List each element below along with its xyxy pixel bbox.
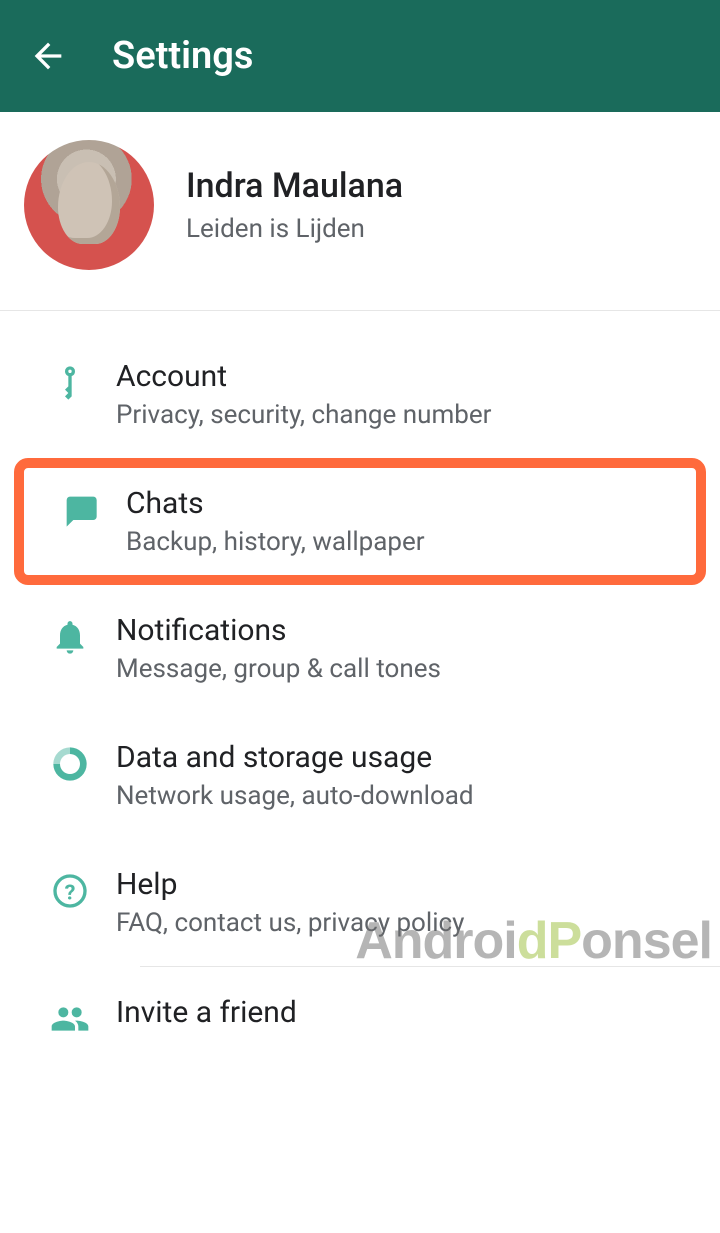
chat-icon: [34, 486, 126, 530]
item-title: Chats: [126, 486, 686, 521]
item-subtitle: Network usage, auto-download: [116, 781, 696, 811]
svg-text:?: ?: [65, 880, 76, 905]
item-title: Notifications: [116, 613, 696, 648]
item-title: Data and storage usage: [116, 740, 696, 775]
settings-item-data-usage[interactable]: Data and storage usage Network usage, au…: [0, 712, 720, 839]
settings-item-account[interactable]: Account Privacy, security, change number: [0, 331, 720, 458]
back-button[interactable]: [24, 32, 72, 80]
data-usage-icon: [24, 740, 116, 784]
page-title: Settings: [112, 34, 253, 78]
key-icon: [24, 359, 116, 403]
profile-row[interactable]: Indra Maulana Leiden is Lijden: [0, 112, 720, 311]
settings-item-help[interactable]: ? Help FAQ, contact us, privacy policy: [0, 839, 720, 966]
settings-item-chats[interactable]: Chats Backup, history, wallpaper: [14, 458, 706, 585]
app-header: Settings: [0, 0, 720, 112]
item-subtitle: Backup, history, wallpaper: [126, 527, 686, 557]
people-icon: [24, 995, 116, 1039]
arrow-left-icon: [28, 36, 68, 76]
item-subtitle: FAQ, contact us, privacy policy: [116, 908, 696, 938]
profile-name: Indra Maulana: [186, 166, 696, 206]
help-icon: ?: [24, 867, 116, 911]
settings-item-invite[interactable]: Invite a friend: [0, 967, 720, 1067]
profile-text: Indra Maulana Leiden is Lijden: [186, 166, 696, 244]
profile-status: Leiden is Lijden: [186, 214, 696, 244]
item-subtitle: Message, group & call tones: [116, 654, 696, 684]
settings-list: Account Privacy, security, change number…: [0, 311, 720, 1067]
item-title: Account: [116, 359, 696, 394]
bell-icon: [24, 613, 116, 657]
avatar: [24, 140, 154, 270]
item-title: Invite a friend: [116, 995, 696, 1030]
settings-item-notifications[interactable]: Notifications Message, group & call tone…: [0, 585, 720, 712]
item-title: Help: [116, 867, 696, 902]
item-subtitle: Privacy, security, change number: [116, 400, 696, 430]
